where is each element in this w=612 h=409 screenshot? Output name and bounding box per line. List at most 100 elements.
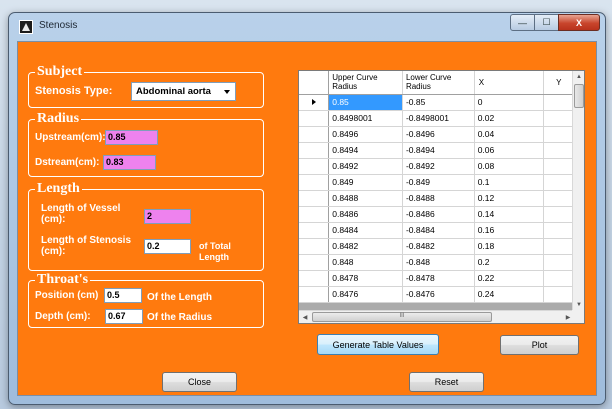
table-cell[interactable]: -0.8498001 — [402, 110, 475, 127]
table-row[interactable]: 0.8486 -0.8486 0.14 — [299, 206, 584, 223]
table-row[interactable]: 0.8496 -0.8496 0.04 — [299, 126, 584, 143]
generate-table-values-button[interactable]: Generate Table Values — [317, 334, 439, 355]
grid-body: 0.85 -0.85 0 0.8498001 -0.8498001 0.02 0.8496-… — [299, 94, 584, 303]
current-row-icon — [311, 98, 316, 105]
column-header-x[interactable]: X — [474, 71, 545, 95]
row-header[interactable] — [299, 94, 330, 111]
table-cell[interactable]: -0.849 — [402, 174, 475, 191]
window-controls: — ☐ X — [510, 14, 600, 31]
stenosis-length-suffix: of Total Length — [199, 241, 231, 262]
table-row[interactable]: 0.8492 -0.8492 0.08 — [299, 158, 584, 175]
table-row[interactable]: 0.85 -0.85 0 — [299, 94, 584, 111]
table-cell[interactable]: -0.8484 — [402, 222, 475, 239]
table-cell[interactable]: -0.85 — [402, 94, 475, 111]
throat-group-title: Throat's — [35, 272, 91, 288]
values-grid[interactable]: Upper Curve Radius Lower Curve Radius X … — [298, 70, 585, 324]
column-header-upper-radius[interactable]: Upper Curve Radius — [328, 71, 403, 95]
row-header[interactable] — [299, 206, 330, 223]
row-header[interactable] — [299, 158, 330, 175]
row-header[interactable] — [299, 270, 330, 287]
vessel-length-input[interactable]: 2 — [144, 209, 191, 224]
table-cell[interactable]: 0.8494 — [328, 142, 403, 159]
table-cell[interactable]: 0.24 — [474, 286, 545, 303]
horizontal-scroll-thumb[interactable]: III — [312, 312, 492, 322]
horizontal-scrollbar[interactable]: ◀ III ▶ — [299, 310, 574, 323]
table-cell[interactable]: 0.85 — [328, 94, 403, 111]
table-cell[interactable]: 0.16 — [474, 222, 545, 239]
column-header-lower-radius[interactable]: Lower Curve Radius — [402, 71, 475, 95]
table-cell[interactable]: 0.8496 — [328, 126, 403, 143]
table-cell[interactable]: 0.2 — [474, 254, 545, 271]
table-cell[interactable]: 0.02 — [474, 110, 545, 127]
table-row[interactable]: 0.8476 -0.8476 0.24 — [299, 286, 584, 303]
table-cell[interactable]: 0.8482 — [328, 238, 403, 255]
upstream-input[interactable]: 0.85 — [105, 130, 158, 145]
table-row[interactable]: 0.8488 -0.8488 0.12 — [299, 190, 584, 207]
throat-depth-input[interactable]: 0.67 — [105, 309, 143, 324]
maximize-button[interactable]: ☐ — [534, 14, 559, 31]
table-cell[interactable]: 0.18 — [474, 238, 545, 255]
row-header[interactable] — [299, 126, 330, 143]
table-cell[interactable]: -0.8476 — [402, 286, 475, 303]
row-header[interactable] — [299, 286, 330, 303]
table-cell[interactable]: 0 — [474, 94, 545, 111]
table-cell[interactable]: -0.8492 — [402, 158, 475, 175]
table-cell[interactable]: 0.12 — [474, 190, 545, 207]
table-cell[interactable]: 0.8488 — [328, 190, 403, 207]
stenosis-type-select[interactable]: Abdominal aorta — [131, 82, 236, 101]
table-cell[interactable]: 0.8476 — [328, 286, 403, 303]
minimize-button[interactable]: — — [510, 14, 535, 31]
table-row[interactable]: 0.8482 -0.8482 0.18 — [299, 238, 584, 255]
table-cell[interactable]: -0.8482 — [402, 238, 475, 255]
row-header[interactable] — [299, 190, 330, 207]
table-cell[interactable]: 0.8486 — [328, 206, 403, 223]
row-header[interactable] — [299, 238, 330, 255]
close-window-button[interactable]: X — [558, 14, 600, 31]
table-cell[interactable]: 0.14 — [474, 206, 545, 223]
reset-button[interactable]: Reset — [409, 372, 484, 392]
table-row[interactable]: 0.8494 -0.8494 0.06 — [299, 142, 584, 159]
table-cell[interactable]: 0.08 — [474, 158, 545, 175]
stenosis-length-input[interactable]: 0.2 — [144, 239, 191, 254]
table-row[interactable]: 0.8484 -0.8484 0.16 — [299, 222, 584, 239]
upstream-label: Upstream(cm): — [35, 132, 106, 143]
vertical-scrollbar[interactable]: ▲ ▼ — [572, 71, 584, 311]
table-row[interactable]: 0.848 -0.848 0.2 — [299, 254, 584, 271]
table-cell[interactable]: -0.8486 — [402, 206, 475, 223]
table-cell[interactable]: 0.22 — [474, 270, 545, 287]
table-cell[interactable]: -0.848 — [402, 254, 475, 271]
table-cell[interactable]: -0.8494 — [402, 142, 475, 159]
table-cell[interactable]: 0.06 — [474, 142, 545, 159]
table-row[interactable]: 0.8478 -0.8478 0.22 — [299, 270, 584, 287]
plot-button[interactable]: Plot — [500, 335, 579, 355]
table-cell[interactable]: 0.8484 — [328, 222, 403, 239]
table-cell[interactable]: 0.8498001 — [328, 110, 403, 127]
throat-position-input[interactable]: 0.5 — [104, 288, 142, 303]
row-header[interactable] — [299, 142, 330, 159]
row-header[interactable] — [299, 110, 330, 127]
title-bar[interactable]: Stenosis — ☐ X — [9, 13, 605, 41]
scroll-up-icon[interactable]: ▲ — [573, 71, 584, 83]
close-button[interactable]: Close — [162, 372, 237, 392]
vessel-length-label-line2: (cm): — [41, 214, 66, 225]
table-row[interactable]: 0.849 -0.849 0.1 — [299, 174, 584, 191]
table-cell[interactable]: -0.8496 — [402, 126, 475, 143]
table-cell[interactable]: -0.8488 — [402, 190, 475, 207]
table-cell[interactable]: 0.849 — [328, 174, 403, 191]
scroll-left-icon[interactable]: ◀ — [299, 311, 311, 323]
table-cell[interactable]: -0.8478 — [402, 270, 475, 287]
row-header[interactable] — [299, 174, 330, 191]
table-cell[interactable]: 0.848 — [328, 254, 403, 271]
row-header[interactable] — [299, 222, 330, 239]
dstream-input[interactable]: 0.83 — [103, 155, 156, 170]
vertical-scroll-thumb[interactable] — [574, 84, 584, 108]
table-cell[interactable]: 0.8492 — [328, 158, 403, 175]
table-cell[interactable]: 0.1 — [474, 174, 545, 191]
length-group: Length Length of Vessel (cm): 2 Length o… — [28, 181, 264, 271]
length-group-title: Length — [35, 181, 82, 197]
subject-group: Subject Stenosis Type: Abdominal aorta — [28, 64, 264, 108]
table-cell[interactable]: 0.04 — [474, 126, 545, 143]
row-header[interactable] — [299, 254, 330, 271]
table-row[interactable]: 0.8498001 -0.8498001 0.02 — [299, 110, 584, 127]
table-cell[interactable]: 0.8478 — [328, 270, 403, 287]
